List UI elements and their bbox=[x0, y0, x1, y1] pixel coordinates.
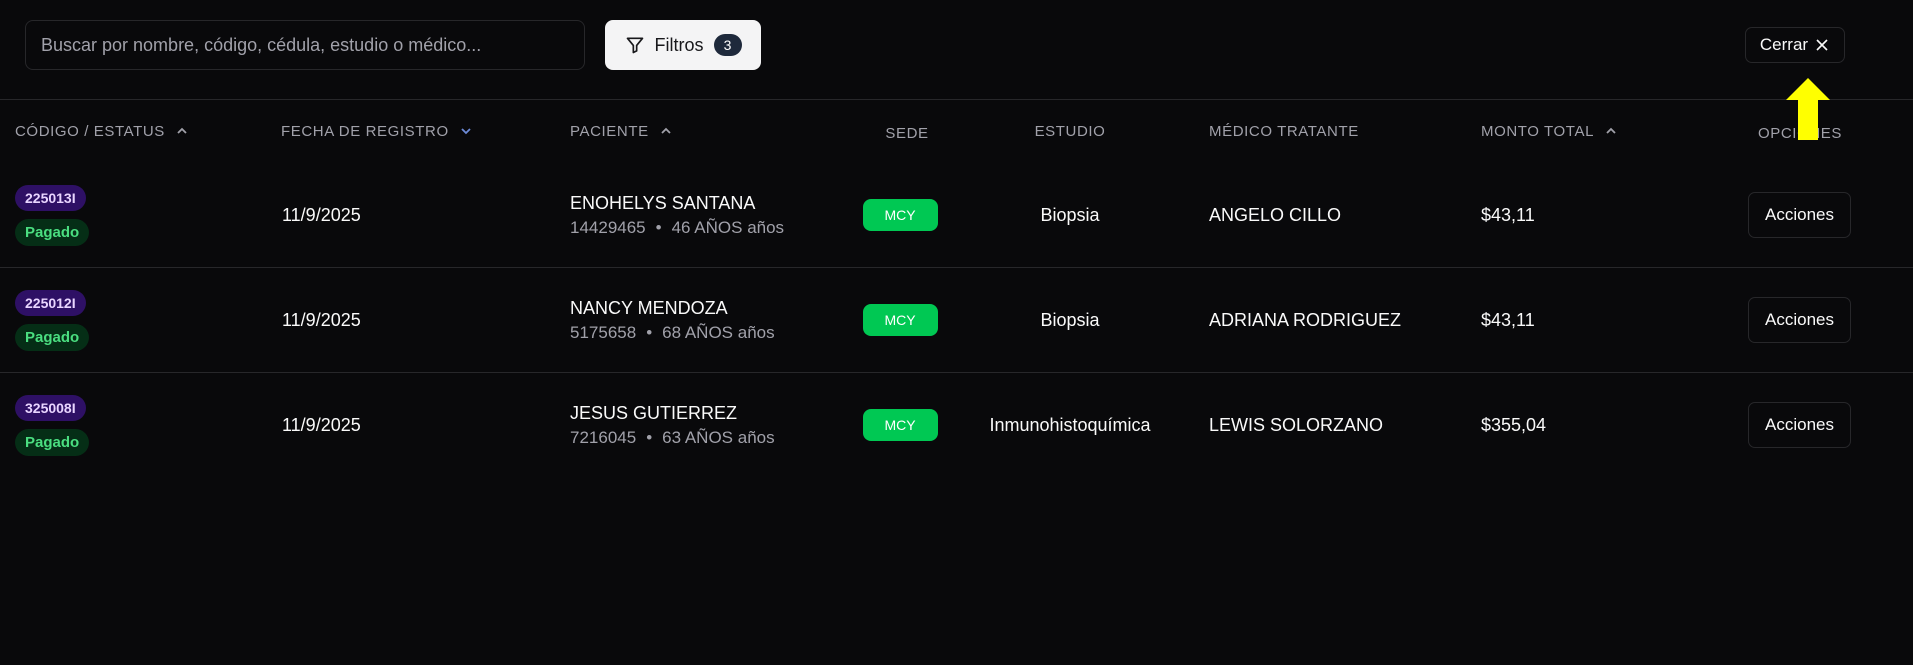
site-badge: MCY bbox=[862, 199, 938, 231]
patient-meta: 7216045 • 63 AÑOS años bbox=[570, 428, 775, 448]
search-input[interactable] bbox=[25, 20, 585, 70]
study-cell: Inmunohistoquímica bbox=[989, 414, 1151, 435]
options-cell: Acciones bbox=[1748, 372, 1851, 478]
doctor-cell: LEWIS SOLORZANO bbox=[1209, 414, 1384, 435]
table-header: CÓDIGO / ESTATUS FECHA DE REGISTRO PACIE… bbox=[0, 100, 1913, 162]
date-cell: 11/9/2025 bbox=[282, 309, 361, 330]
close-icon bbox=[1816, 39, 1828, 51]
code-status-cell: 225013I Pagado bbox=[15, 162, 90, 268]
options-cell: Acciones bbox=[1748, 267, 1851, 373]
table-row: 225012I Pagado 11/9/2025 NANCY MENDOZA 5… bbox=[0, 267, 1913, 373]
column-header-label: ESTUDIO bbox=[1034, 122, 1106, 140]
doctor-cell: ANGELO CILLO bbox=[1209, 204, 1342, 225]
filters-count-badge: 3 bbox=[713, 34, 742, 56]
patient-id: 5175658 bbox=[570, 322, 637, 342]
code-badge[interactable]: 325008I bbox=[15, 394, 86, 421]
actions-button[interactable]: Acciones bbox=[1748, 192, 1851, 238]
column-header-code-status[interactable]: CÓDIGO / ESTATUS bbox=[15, 100, 189, 162]
table-row: 225013I Pagado 11/9/2025 ENOHELYS SANTAN… bbox=[0, 162, 1913, 268]
amount-cell: $43,11 bbox=[1481, 204, 1535, 225]
pointer-arrow-icon bbox=[1786, 78, 1830, 140]
patient-cell: ENOHELYS SANTANA 14429465 • 46 AÑOS años bbox=[570, 162, 784, 268]
filters-label: Filtros bbox=[654, 34, 704, 55]
patient-cell: NANCY MENDOZA 5175658 • 68 AÑOS años bbox=[570, 267, 775, 373]
sort-descending-icon bbox=[461, 128, 471, 135]
patient-name: NANCY MENDOZA bbox=[570, 297, 728, 318]
column-header-label: FECHA DE REGISTRO bbox=[281, 122, 449, 140]
close-label: Cerrar bbox=[1759, 35, 1809, 54]
code-badge[interactable]: 225012I bbox=[15, 289, 86, 316]
date-cell: 11/9/2025 bbox=[282, 204, 361, 225]
separator-dot: • bbox=[646, 427, 653, 447]
column-header-patient[interactable]: PACIENTE bbox=[570, 100, 673, 162]
sort-ascending-icon bbox=[1606, 127, 1616, 134]
column-header-label: CÓDIGO / ESTATUS bbox=[15, 122, 165, 140]
column-header-date[interactable]: FECHA DE REGISTRO bbox=[281, 100, 473, 162]
column-header-amount[interactable]: MONTO TOTAL bbox=[1481, 100, 1618, 162]
patient-name: ENOHELYS SANTANA bbox=[570, 192, 756, 213]
close-button[interactable]: Cerrar bbox=[1745, 27, 1845, 63]
sort-ascending-icon bbox=[661, 127, 671, 134]
amount-cell: $43,11 bbox=[1481, 309, 1535, 330]
code-status-cell: 225012I Pagado bbox=[15, 267, 90, 373]
column-header-site: SEDE bbox=[857, 102, 957, 164]
date-cell: 11/9/2025 bbox=[282, 414, 361, 435]
status-badge: Pagado bbox=[15, 323, 90, 351]
column-header-label: MONTO TOTAL bbox=[1481, 122, 1595, 140]
patient-name: JESUS GUTIERREZ bbox=[570, 402, 738, 423]
toolbar: Filtros 3 Cerrar bbox=[0, 0, 1913, 100]
site-badge: MCY bbox=[862, 409, 938, 441]
patient-cell: JESUS GUTIERREZ 7216045 • 63 AÑOS años bbox=[570, 372, 775, 478]
patient-id: 7216045 bbox=[570, 427, 637, 447]
study-cell: Biopsia bbox=[1040, 309, 1100, 330]
filter-icon bbox=[626, 37, 643, 54]
column-header-doctor: MÉDICO TRATANTE bbox=[1209, 100, 1359, 162]
separator-dot: • bbox=[646, 322, 653, 342]
sort-ascending-icon bbox=[177, 127, 187, 134]
code-status-cell: 325008I Pagado bbox=[15, 372, 90, 478]
patient-age: 46 AÑOS años bbox=[671, 217, 785, 237]
site-cell: MCY bbox=[857, 372, 943, 478]
site-cell: MCY bbox=[857, 162, 943, 268]
study-cell: Biopsia bbox=[1040, 204, 1100, 225]
status-badge: Pagado bbox=[15, 218, 90, 246]
separator-dot: • bbox=[655, 217, 662, 237]
patient-age: 63 AÑOS años bbox=[662, 427, 775, 447]
column-header-label: MÉDICO TRATANTE bbox=[1209, 122, 1359, 140]
column-header-study: ESTUDIO bbox=[1000, 100, 1140, 162]
patient-id: 14429465 bbox=[570, 217, 646, 237]
amount-cell: $355,04 bbox=[1481, 414, 1547, 435]
actions-button[interactable]: Acciones bbox=[1748, 402, 1851, 448]
status-badge: Pagado bbox=[15, 428, 90, 456]
filters-button[interactable]: Filtros 3 bbox=[605, 20, 761, 70]
patient-age: 68 AÑOS años bbox=[662, 322, 775, 342]
column-header-label: PACIENTE bbox=[570, 122, 649, 140]
site-badge: MCY bbox=[862, 304, 938, 336]
site-cell: MCY bbox=[857, 267, 943, 373]
code-badge[interactable]: 225013I bbox=[15, 184, 86, 211]
column-header-label: SEDE bbox=[885, 124, 929, 142]
patient-meta: 5175658 • 68 AÑOS años bbox=[570, 323, 775, 343]
table-row: 325008I Pagado 11/9/2025 JESUS GUTIERREZ… bbox=[0, 372, 1913, 478]
actions-button[interactable]: Acciones bbox=[1748, 297, 1851, 343]
options-cell: Acciones bbox=[1748, 162, 1851, 268]
doctor-cell: ADRIANA RODRIGUEZ bbox=[1209, 309, 1402, 330]
patient-meta: 14429465 • 46 AÑOS años bbox=[570, 218, 784, 238]
